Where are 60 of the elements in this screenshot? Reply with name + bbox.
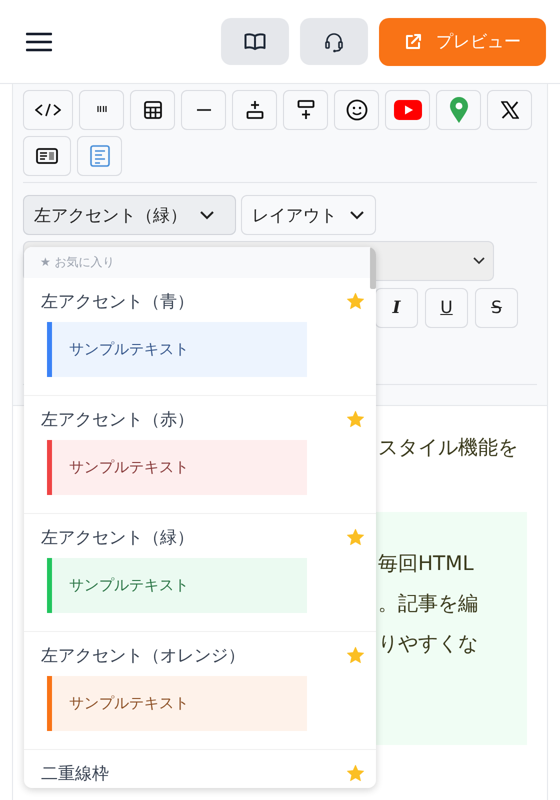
box-text: 毎回HTML [378,550,475,577]
style-name: 二重線枠 [41,762,109,784]
box-text: りやすくな [378,630,479,657]
video-button[interactable] [385,90,430,130]
code-button[interactable] [23,90,73,130]
insert-above-button[interactable] [232,90,277,130]
style-preview: サンプルテキスト [47,558,307,613]
minus-icon [196,109,210,111]
smiley-icon [346,99,368,121]
star-icon[interactable] [347,765,364,781]
document-icon [90,145,110,167]
insert-below-icon [296,100,314,120]
scrollbar-thumb[interactable] [370,247,376,289]
paragraph-text: スタイル機能を [378,434,519,461]
card-icon [36,148,58,164]
external-link-icon [404,32,422,50]
map-pin-icon [448,96,468,124]
star-icon[interactable] [347,647,364,663]
insert-above-icon [246,100,264,120]
style-option[interactable]: 左アクセント（青） サンプルテキスト [24,278,376,396]
style-name: 左アクセント（オレンジ） [41,644,245,666]
card-button[interactable] [23,136,71,176]
style-name: 左アクセント（緑） [41,526,194,548]
book-button[interactable] [221,18,289,65]
chevron-down-icon [199,210,215,220]
play-icon [394,100,422,120]
style-dropdown[interactable]: 左アクセント（緑） [23,195,236,235]
star-icon[interactable] [347,529,364,545]
format-button[interactable]: I [375,288,418,328]
emoji-button[interactable] [334,90,379,130]
box-text: 。記事を編 [378,590,479,617]
format-button[interactable]: S [475,288,518,328]
style-option[interactable]: 二重線枠 [24,750,376,788]
chevron-down-icon [349,210,365,220]
style-name: 左アクセント（赤） [41,408,194,430]
layout-dropdown[interactable]: レイアウト [241,195,376,235]
menu-icon[interactable] [26,32,52,52]
document-button[interactable] [77,136,122,176]
book-icon [244,32,266,50]
quote-icon [96,106,106,114]
style-preview: サンプルテキスト [47,440,307,495]
style-option[interactable]: 左アクセント（オレンジ） サンプルテキスト [24,632,376,750]
x-post-button[interactable] [487,90,532,130]
headset-button[interactable] [300,18,368,65]
table-button[interactable] [130,90,175,130]
table-icon [144,101,162,119]
star-icon[interactable] [347,411,364,427]
style-option[interactable]: 左アクセント（緑） サンプルテキスト [24,514,376,632]
style-preview: サンプルテキスト [47,676,307,731]
style-name: 左アクセント（青） [41,290,194,312]
map-button[interactable] [436,90,481,130]
x-logo-icon [500,101,518,119]
headset-icon [323,30,345,52]
star-icon[interactable] [347,293,364,309]
format-button[interactable]: U [425,288,468,328]
style-option[interactable]: 左アクセント（赤） サンプルテキスト [24,396,376,514]
style-preview: サンプルテキスト [47,322,307,377]
code-icon [35,103,61,117]
chevron-down-icon [473,257,485,265]
insert-below-button[interactable] [283,90,328,130]
